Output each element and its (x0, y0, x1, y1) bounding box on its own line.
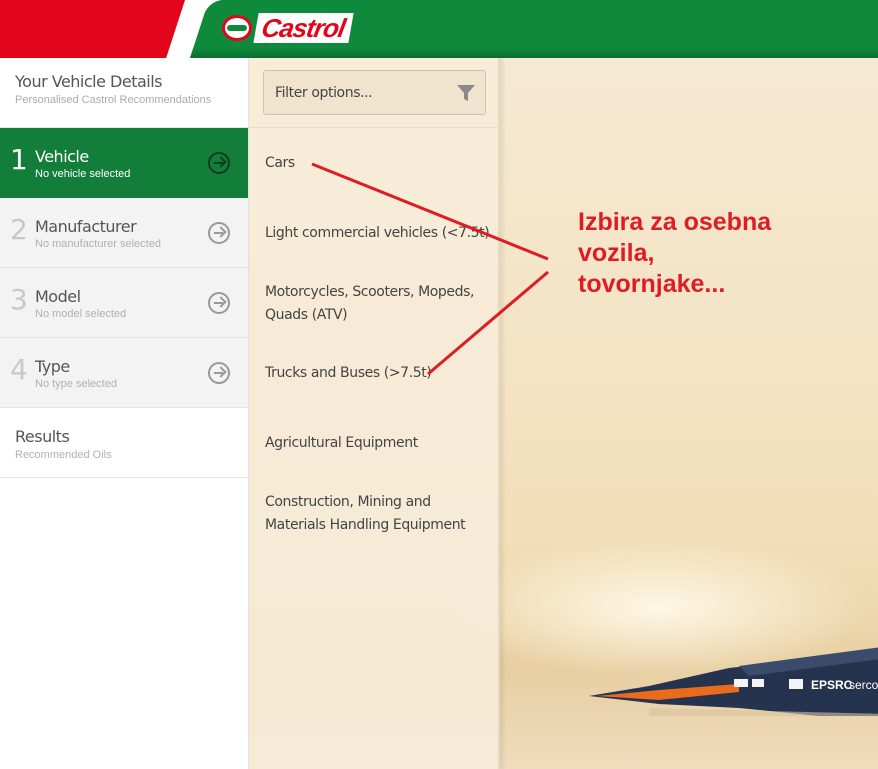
filter-input[interactable]: Filter options... (263, 70, 486, 115)
annotation-line-1: Izbira za osebna (578, 208, 772, 236)
vehicle-sidebar: Your Vehicle Details Personalised Castro… (0, 58, 249, 769)
step-title: Type (35, 357, 70, 376)
results-section[interactable]: Results Recommended Oils (0, 408, 248, 478)
results-title: Results (15, 427, 70, 446)
category-light-commercial[interactable]: Light commercial vehicles (<7.5t) (265, 222, 495, 245)
step-subtitle: No manufacturer selected (35, 238, 161, 250)
castrol-logo-mark-icon (222, 15, 252, 41)
car-livery-serco: serco (849, 678, 878, 692)
annotation-line-3: tovornjake... (578, 270, 726, 298)
arrow-circle-right-icon[interactable] (208, 292, 230, 314)
step-type[interactable]: 4 Type No type selected (0, 338, 248, 408)
step-vehicle[interactable]: 1 Vehicle No vehicle selected (0, 128, 248, 198)
header-red-stripe (0, 0, 185, 58)
vehicle-details-header: Your Vehicle Details Personalised Castro… (0, 58, 248, 128)
arrow-circle-right-icon[interactable] (208, 362, 230, 384)
step-number: 2 (10, 213, 28, 246)
category-motorcycles[interactable]: Motorcycles, Scooters, Mopeds, Quads (AT… (265, 281, 480, 327)
step-subtitle: No model selected (35, 308, 127, 320)
annotation-line-2: vozila, (578, 239, 655, 267)
step-manufacturer[interactable]: 2 Manufacturer No manufacturer selected (0, 198, 248, 268)
step-model[interactable]: 3 Model No model selected (0, 268, 248, 338)
step-title: Model (35, 287, 81, 306)
step-number: 1 (10, 143, 28, 176)
step-number: 4 (10, 353, 28, 386)
step-title: Manufacturer (35, 217, 137, 236)
step-subtitle: No type selected (35, 378, 117, 390)
step-title: Vehicle (35, 147, 89, 166)
car-livery-epsrc: EPSRC (811, 678, 853, 692)
category-construction[interactable]: Construction, Mining and Materials Handl… (265, 491, 495, 537)
category-panel: Filter options... Cars Light commercial … (249, 58, 500, 769)
category-cars[interactable]: Cars (265, 152, 495, 175)
filter-placeholder: Filter options... (275, 85, 373, 101)
vehicle-details-subtitle: Personalised Castrol Recommendations (15, 94, 212, 106)
arrow-circle-right-icon[interactable] (208, 152, 230, 174)
castrol-logo-text: Castrol (253, 13, 354, 43)
vehicle-details-title: Your Vehicle Details (15, 72, 163, 91)
top-header: Castrol (0, 0, 878, 58)
annotation-text: Izbira za osebna vozila, tovornjake... (578, 207, 868, 300)
filter-wrapper: Filter options... (249, 58, 498, 128)
step-subtitle: No vehicle selected (35, 168, 131, 180)
arrow-circle-right-icon[interactable] (208, 222, 230, 244)
step-number: 3 (10, 283, 28, 316)
category-agricultural[interactable]: Agricultural Equipment (265, 432, 495, 455)
category-trucks-buses[interactable]: Trucks and Buses (>7.5t) (265, 362, 495, 385)
supersonic-car-image: EPSRC serco (589, 647, 878, 716)
filter-funnel-icon[interactable] (457, 84, 475, 102)
castrol-logo[interactable]: Castrol (222, 12, 354, 44)
results-subtitle: Recommended Oils (15, 449, 112, 461)
